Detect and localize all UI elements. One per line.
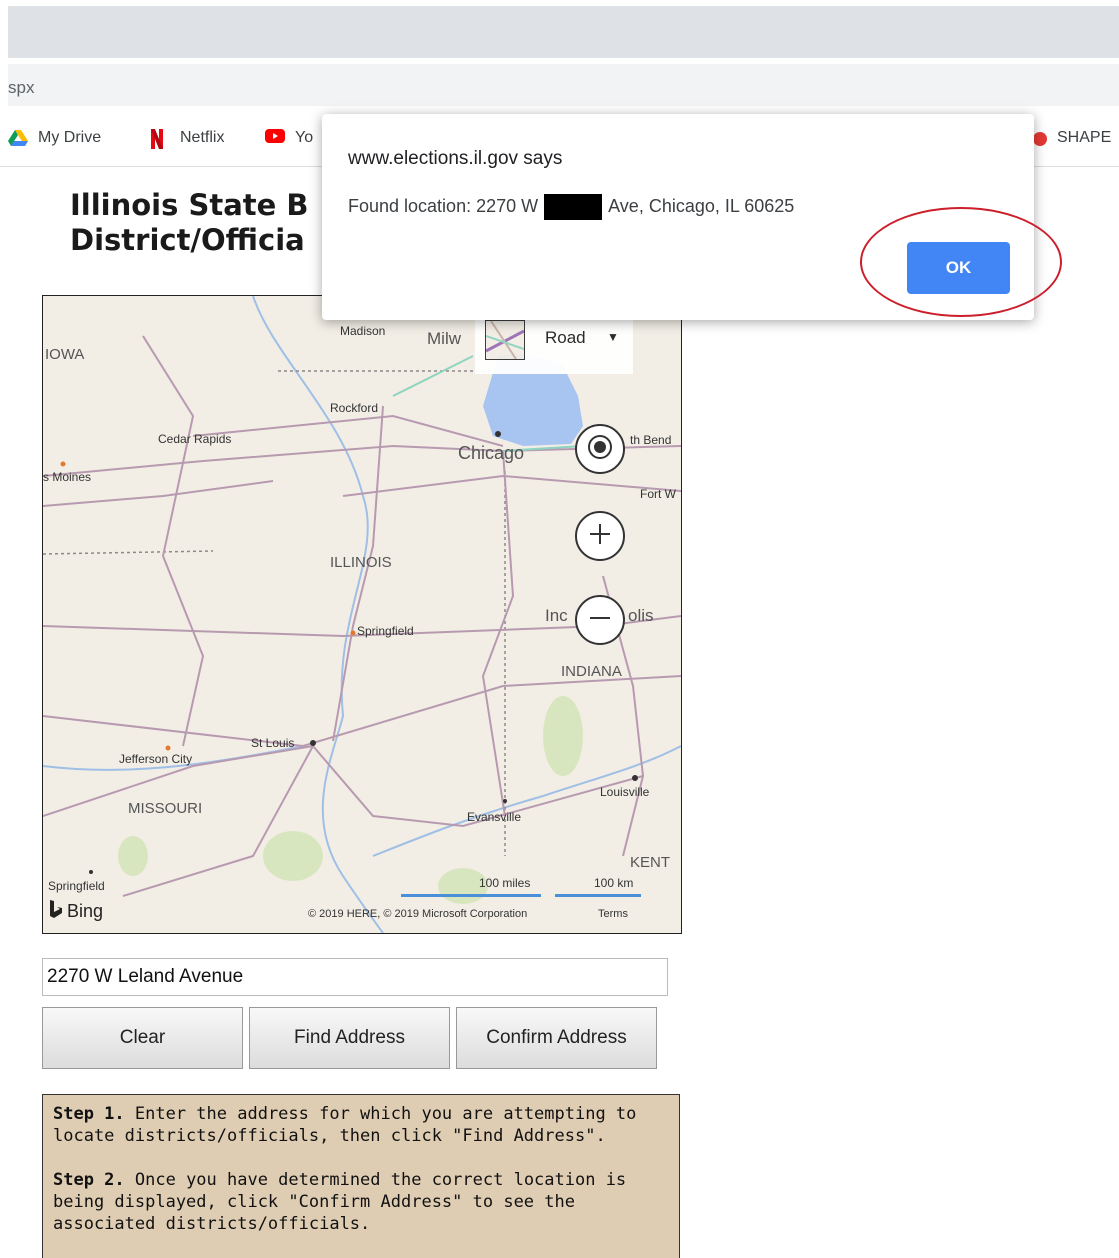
step-2: Step 2. Once you have determined the cor…: [53, 1170, 627, 1234]
bing-icon: [49, 900, 63, 923]
map-label-louisville: Louisville: [600, 785, 650, 799]
bookmark-label: My Drive: [38, 129, 102, 146]
youtube-icon: [265, 129, 285, 147]
map-copyright: © 2019 HERE, © 2019 Microsoft Corporatio…: [308, 908, 528, 920]
locate-icon: [585, 432, 615, 467]
map-label-springfield-il: Springfield: [357, 624, 414, 638]
plus-icon: [587, 521, 613, 552]
map-label-indianapolis-b: olis: [628, 606, 654, 625]
zoom-in-button[interactable]: [575, 511, 625, 561]
map-label-fort-wayne: Fort W: [640, 487, 676, 501]
address-bar[interactable]: [8, 64, 1119, 106]
map-label-madison: Madison: [340, 324, 386, 338]
map-label-south-bend: th Bend: [630, 433, 672, 447]
annotation-circle: [860, 207, 1062, 317]
address-bar-text: spx: [8, 78, 35, 97]
map-label-indianapolis-a: Inc: [545, 606, 568, 625]
bookmark-label: SHAPE: [1057, 129, 1112, 146]
bookmark-shape[interactable]: SHAPE: [1033, 129, 1111, 147]
road-map-thumbnail-icon: [485, 320, 525, 360]
map-label-missouri: MISSOURI: [128, 800, 203, 817]
minus-icon: [587, 605, 613, 636]
address-input[interactable]: [42, 958, 668, 996]
google-drive-icon: [8, 129, 28, 147]
redaction-block: [544, 194, 603, 220]
bookmark-label: Netflix: [180, 129, 225, 146]
map-style-selector[interactable]: Road ▼: [475, 316, 633, 374]
map-label-springfield-mo: Springfield: [48, 879, 105, 893]
bookmark-netflix[interactable]: Netflix: [150, 129, 225, 149]
find-address-button[interactable]: Find Address: [249, 1007, 450, 1069]
map-label-kentucky: KENT: [630, 854, 671, 871]
map-scale-km: 100 km: [594, 876, 634, 890]
map-label-chicago: Chicago: [458, 443, 525, 463]
netflix-icon: [150, 129, 170, 149]
map-label-milwaukee: Milw: [427, 329, 461, 348]
map-label-iowa: IOWA: [45, 346, 85, 363]
confirm-address-button[interactable]: Confirm Address: [456, 1007, 657, 1069]
bookmark-youtube[interactable]: Yo: [265, 129, 313, 147]
map-label-rockford: Rockford: [330, 401, 379, 415]
zoom-out-button[interactable]: [575, 595, 625, 645]
map-view[interactable]: Madison Milw IOWA Rockford Cedar Rapids …: [42, 295, 682, 934]
map-label-illinois: ILLINOIS: [330, 554, 392, 571]
dialog-title: www.elections.il.gov says: [348, 148, 563, 169]
map-style-label: Road: [545, 328, 586, 347]
browser-tab-strip: [8, 6, 1119, 58]
bookmark-my-drive[interactable]: My Drive: [8, 129, 101, 147]
instructions-box: Step 1. Enter the address for which you …: [42, 1094, 680, 1258]
map-label-st-louis: St Louis: [251, 736, 295, 750]
shape-icon: [1033, 129, 1047, 147]
step-1: Step 1. Enter the address for which you …: [53, 1104, 637, 1146]
chevron-down-icon: ▼: [607, 330, 619, 344]
dialog-message: Found location: 2270 W Ave, Chicago, IL 6…: [348, 194, 794, 220]
map-label-des-moines: s Moines: [43, 470, 92, 484]
clear-button[interactable]: Clear: [42, 1007, 243, 1069]
map-label-jefferson-city: Jefferson City: [119, 752, 193, 766]
map-terms-link[interactable]: Terms: [598, 908, 628, 920]
locate-me-button[interactable]: [575, 424, 625, 474]
bing-logo: Bing: [49, 900, 103, 923]
map-scale-miles: 100 miles: [479, 876, 531, 890]
map-label-evansville: Evansville: [467, 810, 522, 824]
bookmark-label: Yo: [295, 129, 314, 146]
map-label-indiana: INDIANA: [561, 663, 622, 680]
map-label-cedar-rapids: Cedar Rapids: [158, 432, 232, 446]
